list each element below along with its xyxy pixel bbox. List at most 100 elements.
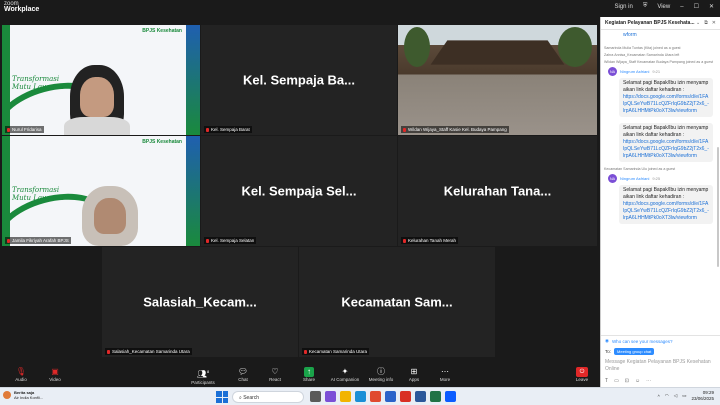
app-icon[interactable]	[325, 391, 336, 402]
view-button[interactable]: View	[657, 4, 670, 10]
battery-icon[interactable]: ▭	[682, 393, 686, 399]
video-tile[interactable]: BPJS Kesehatan Transformasi Mutu Layanan…	[2, 136, 200, 246]
muted-mic-icon	[304, 349, 307, 354]
video-tile[interactable]: Salasiah_Kecam... Salasiah_Kecamatan Sam…	[102, 247, 298, 357]
video-off-icon: ▣	[51, 367, 59, 376]
system-message: Wildan Wijaya_Staff Kecamatan Budaya Pam…	[604, 60, 714, 64]
muted-mic-icon	[403, 238, 406, 243]
more-button[interactable]: ⋯ More	[428, 367, 462, 382]
ai-companion-button[interactable]: ✦ AI Companion	[328, 367, 362, 382]
system-tray: ^ ◠ ◁ ▭ 09:29 23/06/2025	[658, 390, 714, 402]
chrome-icon[interactable]	[370, 391, 381, 402]
system-message: Samarinda Mulia Tuntas (Kita) joined as …	[604, 46, 681, 50]
taskbar-clock[interactable]: 09:29 23/06/2025	[691, 390, 714, 402]
chat-title: Kegiatan Pelayanan BPJS Kesehata...	[605, 20, 695, 26]
participant-name-tag: Jamila Fikriyah Arafah BPJS	[5, 237, 71, 244]
file-explorer-icon[interactable]	[340, 391, 351, 402]
edge-icon[interactable]	[355, 391, 366, 402]
excel-icon[interactable]	[430, 391, 441, 402]
participant-display-name: Salasiah_Kecam...	[143, 294, 257, 310]
file-icon[interactable]: ▭	[614, 378, 619, 384]
participant-display-name: Kecamatan Sam...	[341, 294, 453, 310]
close-icon[interactable]: ✕	[709, 3, 714, 10]
muted-mic-icon	[7, 127, 10, 132]
shield-icon[interactable]: ⛨	[643, 3, 648, 10]
muted-mic-icon	[7, 238, 10, 243]
speaker-icon[interactable]: ◁	[674, 393, 677, 399]
popout-icon[interactable]: ⧉	[704, 20, 708, 26]
video-button[interactable]: ▣ Video	[38, 367, 72, 382]
chat-link[interactable]: https://docs.google.com/forms/d/e/1FAIpQ…	[623, 94, 709, 114]
wifi-icon[interactable]: ◠	[665, 393, 669, 399]
react-button[interactable]: ♡ React	[258, 367, 292, 382]
heart-icon: ♡	[271, 367, 279, 376]
avatar: NA	[608, 174, 617, 183]
video-tile[interactable]: Kecamatan Sam... Kecamatan Samarinda Uta…	[299, 247, 495, 357]
format-toolbar: T ▭ ⊡ ☺ ⋯	[605, 378, 651, 384]
start-button[interactable]	[216, 391, 228, 403]
chat-header: Kegiatan Pelayanan BPJS Kesehata... ⌄ ⧉ …	[601, 17, 720, 30]
video-tile[interactable]: Kel. Sempaja Sel... Kel. Sempaja Selatan	[201, 136, 397, 246]
chat-link[interactable]: https://docs.google.com/forms/d/e/1FAIpQ…	[623, 201, 709, 221]
news-widget[interactable]: Berita saja Air India Konfli...	[3, 390, 43, 400]
windows-taskbar: Berita saja Air India Konfli... ⌕ Search …	[0, 387, 720, 405]
word-icon[interactable]	[415, 391, 426, 402]
screenshot-icon[interactable]: ⊡	[625, 378, 629, 384]
system-message: Kecamatan Samarinda Ulu joined as a gues…	[604, 167, 676, 171]
muted-mic-icon	[206, 127, 209, 132]
sparkle-icon: ✦	[341, 367, 349, 376]
share-button[interactable]: ↑ Share	[292, 367, 326, 382]
participants-button[interactable]: 👥︎8 Participants	[186, 367, 220, 385]
chat-scrollbar[interactable]	[717, 147, 719, 267]
chat-message[interactable]: Selamat pagi Bapak/Ibu izin menyampaikan…	[619, 185, 713, 224]
maximize-icon[interactable]: ☐	[694, 3, 699, 10]
chevron-down-icon[interactable]: ⌄	[696, 20, 700, 26]
recipient-row: To: Meeting group chat	[601, 344, 720, 355]
more-icon: ⋯	[441, 367, 449, 376]
sign-in-link[interactable]: Sign in	[614, 4, 632, 10]
chat-message[interactable]: Selamat pagi Bapak/Ibu izin menyampaikan…	[619, 78, 713, 117]
chat-message[interactable]: Selamat pagi Bapak/Ibu izin menyampaikan…	[619, 123, 713, 162]
leave-button[interactable]: ⏻ Leave	[570, 367, 594, 382]
video-tile[interactable]: Kel. Sempaja Ba... Kel. Sempaja Barat	[201, 25, 397, 135]
apps-button[interactable]: ⊞ Apps	[397, 367, 431, 382]
message-sender: NA Ningrum Asfriani 9:25	[608, 174, 661, 183]
recipient-select[interactable]: Meeting group chat	[614, 348, 655, 355]
store-icon[interactable]	[385, 391, 396, 402]
pdf-icon[interactable]	[400, 391, 411, 402]
participant-name-tag: Wildan Wijaya_Staff Kasie Kel. Budaya Pa…	[401, 126, 509, 133]
apps-icon: ⊞	[410, 367, 418, 376]
chat-link[interactable]: https://docs.google.com/forms/d/e/1FAIpQ…	[623, 139, 709, 159]
video-tile[interactable]: BPJS Kesehatan Transformasi Mutu Layanan…	[2, 25, 200, 135]
minimize-icon[interactable]: –	[680, 4, 683, 10]
chat-messages[interactable]: wform Samarinda Mulia Tuntas (Kita) join…	[601, 30, 716, 335]
meeting-info-button[interactable]: ⓘ Meeting info	[364, 367, 398, 382]
video-tile[interactable]: Kelurahan Tana... Kelurahan Tanah Merah	[398, 136, 597, 246]
emoji-icon[interactable]: ☺	[635, 378, 640, 384]
share-icon: ↑	[304, 367, 314, 377]
message-input[interactable]: Message Kegiatan Pelayanan BPJS Kesehata…	[601, 355, 720, 377]
participant-face	[80, 77, 114, 117]
task-view-icon[interactable]	[310, 391, 321, 402]
more-icon[interactable]: ⋯	[646, 378, 651, 384]
taskbar-search[interactable]: ⌕ Search	[232, 391, 304, 403]
chat-button[interactable]: 💬︎ Chat	[226, 367, 260, 382]
slide-tagline: Transformasi Mutu Layanan	[12, 186, 64, 202]
chat-link[interactable]: wform	[623, 32, 637, 38]
eye-icon: ◉	[605, 338, 609, 343]
video-tile[interactable]: Wildan Wijaya_Staff Kasie Kel. Budaya Pa…	[398, 25, 597, 135]
participant-name-tag: Kel. Sempaja Selatan	[204, 237, 257, 244]
bpjs-logo: BPJS Kesehatan	[142, 139, 182, 145]
participants-icon: 👥︎8	[196, 369, 210, 379]
muted-mic-icon	[107, 349, 110, 354]
format-icon[interactable]: T	[605, 378, 608, 384]
close-icon[interactable]: ✕	[712, 20, 716, 26]
zoom-icon[interactable]	[445, 391, 456, 402]
video-gallery: BPJS Kesehatan Transformasi Mutu Layanan…	[0, 17, 600, 365]
participant-name-tag: Kel. Sempaja Barat	[204, 126, 252, 133]
who-can-see-link[interactable]: ◉ Who can see your messages?	[601, 336, 720, 344]
avatar: NA	[608, 67, 617, 76]
chat-icon: 💬︎	[237, 367, 249, 376]
audio-button[interactable]: 🎙︎ Audio	[4, 367, 38, 382]
chevron-up-icon[interactable]: ^	[658, 394, 660, 399]
